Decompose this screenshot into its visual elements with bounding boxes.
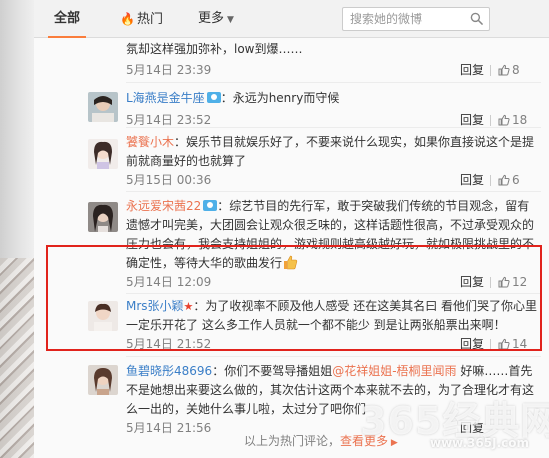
tab-hot[interactable]: 🔥 热门: [120, 0, 163, 38]
divider: [126, 293, 541, 294]
comment-time: 5月14日 23:39: [126, 63, 212, 77]
comment-text: ：娱乐节目就娱乐好了，不要来说什么现实，如果你直接说这个是提前就商量好的也就算了: [126, 135, 535, 168]
tab-bar: 全部 🔥 热门 更多 ▼: [34, 0, 549, 38]
avatar[interactable]: [88, 92, 118, 122]
divider: [490, 175, 491, 186]
tab-more[interactable]: 更多 ▼: [198, 0, 234, 38]
thumbs-up-icon: [498, 276, 510, 288]
search-box: [342, 7, 490, 31]
divider: [126, 191, 541, 192]
username-link[interactable]: 鱼碧晓彤48696: [126, 364, 212, 378]
comment-time: 5月14日 21:56: [126, 421, 212, 435]
footer-text: 以上为热门评论，: [244, 434, 341, 448]
like-button[interactable]: 12: [498, 273, 527, 291]
like-count: 12: [512, 275, 528, 289]
username-link[interactable]: 永远爱宋茜22: [126, 199, 201, 213]
avatar[interactable]: [88, 301, 118, 331]
comment-text: 氛却这样强加弥补，low到爆……: [126, 42, 303, 56]
divider: [490, 339, 491, 350]
comment-time: 5月14日 12:09: [126, 275, 212, 289]
view-more-label: 查看更多: [340, 434, 389, 448]
username-link[interactable]: Mrs张小颖: [126, 299, 184, 313]
comment-text: ：你们不要驾导播姐姐: [212, 364, 333, 378]
thumbs-up-icon: [498, 174, 510, 186]
reply-button[interactable]: 回复: [460, 171, 484, 189]
background-pattern: [0, 258, 34, 458]
avatar[interactable]: [88, 139, 118, 169]
divider: [126, 82, 541, 83]
reply-button[interactable]: 回复: [460, 273, 484, 291]
comment-panel: 全部 🔥热门 更多▼ 氛却这样强加弥补，low到爆…… 5月14日 23:39 …: [34, 0, 549, 458]
thumbs-up-icon: [498, 114, 510, 126]
fire-icon: 🔥: [120, 12, 135, 26]
background-strip: [0, 0, 34, 458]
divider: [126, 356, 541, 357]
chevron-right-icon: ▶: [388, 438, 398, 448]
username-link[interactable]: 饕餮小木: [126, 135, 174, 149]
view-more-link[interactable]: 查看更多 ▶: [340, 434, 398, 448]
divider: [490, 115, 491, 126]
tab-more-label: 更多: [198, 11, 225, 26]
comment-time: 5月14日 21:52: [126, 337, 212, 351]
search-icon[interactable]: [470, 12, 483, 25]
tab-all-label: 全部: [53, 11, 80, 26]
thumbs-up-icon: [498, 338, 510, 350]
tab-hot-label: 热门: [136, 12, 163, 27]
divider: [126, 127, 541, 128]
reply-button[interactable]: 回复: [460, 419, 484, 437]
comment-time: 5月15日 00:36: [126, 173, 212, 187]
like-button[interactable]: 14: [498, 335, 527, 353]
thumbs-up-icon: [498, 64, 510, 76]
divider: [490, 277, 491, 288]
avatar[interactable]: [88, 365, 118, 395]
avatar[interactable]: [88, 202, 118, 232]
like-count: 8: [512, 63, 520, 77]
chevron-down-icon: ▼: [227, 15, 234, 25]
mention-link[interactable]: @花祥姐姐-梧桐里闻雨: [332, 364, 456, 378]
divider: [490, 65, 491, 76]
camera-icon[interactable]: [203, 200, 218, 211]
like-count: 14: [512, 337, 528, 351]
like-count: 6: [512, 173, 520, 187]
comment-text: ：永远为henry而守候: [220, 91, 340, 105]
tab-all[interactable]: 全部: [48, 0, 86, 38]
like-count: 18: [512, 113, 528, 127]
like-button[interactable]: 8: [498, 61, 520, 79]
username-link[interactable]: L海燕是金牛座: [126, 91, 205, 105]
reply-button[interactable]: 回复: [460, 61, 484, 79]
reply-button[interactable]: 回复: [460, 335, 484, 353]
like-button[interactable]: 6: [498, 171, 520, 189]
thumbs-up-emoji-icon: [284, 255, 298, 270]
hot-comments-footer: 以上为热门评论，查看更多 ▶: [244, 432, 398, 449]
star-icon: ★: [183, 300, 194, 313]
search-input[interactable]: [350, 8, 458, 30]
camera-icon[interactable]: [206, 92, 221, 103]
